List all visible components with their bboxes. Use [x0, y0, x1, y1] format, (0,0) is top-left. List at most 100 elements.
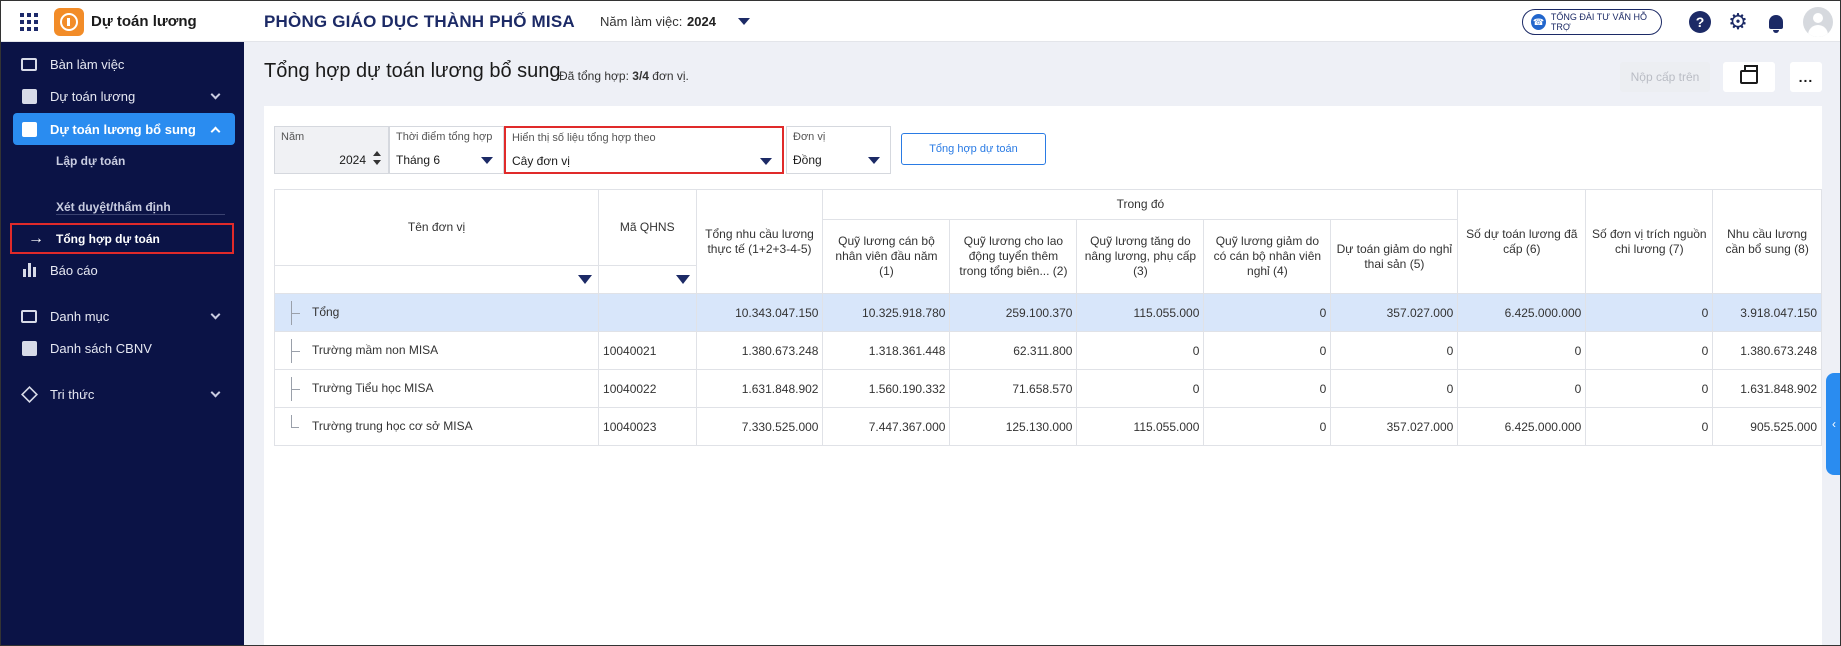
- chevron-down-icon[interactable]: [868, 157, 880, 164]
- cell-name: Tổng: [273, 293, 600, 332]
- help-icon[interactable]: ?: [1689, 11, 1711, 33]
- table-row-total[interactable]: Tổng 10.343.047.150 10.325.918.780 259.1…: [273, 293, 1822, 332]
- header-total-need: Tổng nhu cầu lương thực tế (1+2+3-4-5): [695, 189, 824, 294]
- year-field-value[interactable]: 2024: [339, 153, 366, 167]
- cell-code: 10040023: [598, 407, 697, 446]
- sidebar-item-label: Dự toán lương: [50, 88, 136, 104]
- sidebar-item-label: Dự toán lương bổ sung: [50, 121, 196, 137]
- summary-status-suffix: đơn vị.: [652, 69, 689, 83]
- sidebar-subitem-summary[interactable]: → Tổng hợp dự toán: [10, 223, 234, 254]
- sidebar-item-knowledge[interactable]: Tri thức: [13, 378, 235, 410]
- app-frame: Dự toán lương PHÒNG GIÁO DỤC THÀNH PHỐ M…: [0, 0, 1841, 646]
- summary-status-prefix: Đã tổng hợp:: [559, 69, 629, 83]
- sidebar-item-salary-estimate[interactable]: Dự toán lương: [13, 80, 235, 112]
- summary-time-select[interactable]: Thời điểm tổng hợp Tháng 6: [389, 126, 504, 174]
- year-field[interactable]: Năm 2024: [274, 126, 389, 174]
- cell-code: 10040021: [598, 331, 697, 370]
- filter-icon[interactable]: [675, 275, 690, 284]
- estimate-icon: [20, 87, 38, 105]
- display-by-select[interactable]: Hiển thị số liệu tổng hợp theo Cây đơn v…: [504, 126, 784, 174]
- summarize-estimate-button[interactable]: Tổng hợp dự toán: [901, 133, 1046, 165]
- cell-c8: 1.380.673.248: [1712, 331, 1822, 370]
- divider: [56, 214, 225, 215]
- table-row[interactable]: Trường trung học cơ sở MISA 10040023 7.3…: [273, 407, 1822, 446]
- tree-line: [291, 300, 307, 325]
- header-c3: Quỹ lương tăng do nâng lương, phụ cấp (3…: [1076, 219, 1205, 294]
- phone-icon: ☎: [1531, 14, 1546, 30]
- collapse-panel-tab[interactable]: ‹: [1826, 373, 1840, 475]
- year-field-label: Năm: [281, 131, 305, 143]
- chart-icon: [20, 261, 38, 279]
- more-options-button[interactable]: ...: [1790, 62, 1822, 92]
- sidebar-item-label: Danh mục: [50, 308, 110, 324]
- cell-c3: 0: [1076, 369, 1205, 408]
- table-row[interactable]: Trường mầm non MISA 10040021 1.380.673.2…: [273, 331, 1822, 370]
- cell-c4: 0: [1203, 369, 1332, 408]
- cell-c8: 1.631.848.902: [1712, 369, 1822, 408]
- app-grid-icon[interactable]: [20, 13, 38, 31]
- header-c4: Quỹ lương giảm do có cán bộ nhân viên ng…: [1203, 219, 1332, 294]
- person-card-icon: [20, 339, 38, 357]
- cell-c7: 0: [1585, 293, 1714, 332]
- cell-c5: 357.027.000: [1330, 407, 1459, 446]
- cell-c6: 6.425.000.000: [1457, 407, 1587, 446]
- cell-code: 10040022: [598, 369, 697, 408]
- summary-table: Tên đơn vị Mã QHNS Tổng nhu cầu lương th…: [273, 189, 1822, 446]
- page-title: Tổng hợp dự toán lương bổ sung: [264, 60, 561, 82]
- code-filter-cell: [598, 265, 697, 294]
- sidebar-subitem-review[interactable]: Xét duyệt/thẩm định: [56, 200, 171, 214]
- cell-name-text: Tổng: [312, 304, 340, 319]
- cell-name-text: Trường trung học cơ sở MISA: [312, 418, 473, 433]
- hotline-label: TỔNG ĐÀI TƯ VẤN HỖ TRỢ: [1550, 12, 1647, 32]
- gear-icon[interactable]: ⚙: [1727, 9, 1749, 34]
- sidebar-item-label: Tri thức: [50, 386, 95, 402]
- bell-icon[interactable]: [1765, 11, 1787, 33]
- cell-c6: 6.425.000.000: [1457, 293, 1587, 332]
- cell-c1: 7.447.367.000: [822, 407, 951, 446]
- chevron-down-icon[interactable]: [738, 18, 750, 25]
- print-button[interactable]: [1723, 62, 1775, 92]
- cell-c4: 0: [1203, 331, 1332, 370]
- sidebar-item-supplementary-estimate[interactable]: Dự toán lương bổ sung: [13, 113, 235, 145]
- spinner-icon[interactable]: [373, 151, 381, 167]
- sidebar-item-reports[interactable]: Báo cáo: [13, 254, 235, 286]
- table-row[interactable]: Trường Tiểu học MISA 10040022 1.631.848.…: [273, 369, 1822, 408]
- supplementary-icon: [20, 120, 38, 138]
- sidebar-item-employees[interactable]: Danh sách CBNV: [13, 332, 235, 364]
- chevron-down-icon[interactable]: [481, 157, 493, 164]
- cell-code: [598, 293, 697, 332]
- cell-c3: 115.055.000: [1076, 407, 1205, 446]
- hotline-button[interactable]: ☎ TỔNG ĐÀI TƯ VẤN HỖ TRỢ: [1522, 9, 1662, 35]
- cell-c6: 0: [1457, 331, 1587, 370]
- cell-c1: 10.325.918.780: [822, 293, 951, 332]
- list-icon: [20, 307, 38, 325]
- filter-icon[interactable]: [578, 275, 593, 284]
- top-bar: Dự toán lương PHÒNG GIÁO DỤC THÀNH PHỐ M…: [1, 1, 1840, 42]
- cell-c3: 115.055.000: [1076, 293, 1205, 332]
- sidebar-item-workspace[interactable]: Bàn làm việc: [13, 48, 235, 80]
- sidebar-subitem-create-estimate[interactable]: Lập dự toán: [56, 154, 125, 168]
- sidebar-subitem-label: Tổng hợp dự toán: [56, 231, 160, 246]
- cell-c2: 62.311.800: [949, 331, 1078, 370]
- cell-c7: 0: [1585, 331, 1714, 370]
- dashboard-icon: [20, 55, 38, 73]
- cell-c4: 0: [1203, 407, 1332, 446]
- cube-icon: [20, 385, 38, 403]
- header-c1: Quỹ lương cán bộ nhân viên đầu năm (1): [822, 219, 951, 294]
- cell-c3: 0: [1076, 331, 1205, 370]
- avatar[interactable]: [1803, 7, 1833, 37]
- unit-value: Đồng: [793, 153, 822, 167]
- tree-line: [291, 338, 307, 363]
- summary-time-label: Thời điểm tổng hợp: [396, 131, 493, 143]
- tree-line: [291, 376, 307, 401]
- header-unit-name: Tên đơn vị: [273, 189, 600, 266]
- chevron-down-icon[interactable]: [760, 158, 772, 165]
- submit-to-superior-button[interactable]: Nộp cấp trên: [1620, 62, 1710, 92]
- working-year-value[interactable]: 2024: [687, 14, 716, 29]
- chevron-up-icon: [210, 126, 221, 137]
- sidebar-item-catalog[interactable]: Danh mục: [13, 300, 235, 332]
- header-c6: Số dự toán lương đã cấp (6): [1457, 189, 1587, 294]
- cell-c1: 1.318.361.448: [822, 331, 951, 370]
- sidebar: Bàn làm việc Dự toán lương Dự toán lương…: [1, 42, 244, 645]
- unit-select[interactable]: Đơn vị Đồng: [786, 126, 891, 174]
